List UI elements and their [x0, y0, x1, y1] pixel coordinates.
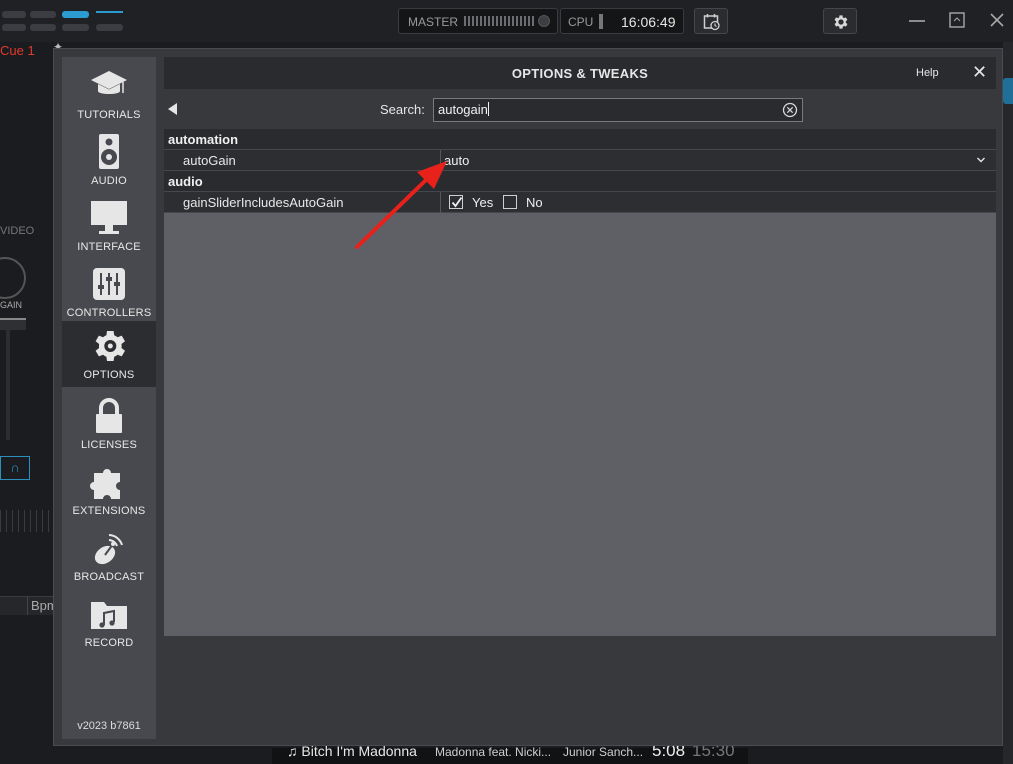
options-dialog: TUTORIALS AUDIO INTERFACE CONTROLLERS OP… [53, 48, 1003, 746]
back-arrow-icon[interactable] [168, 103, 177, 115]
option-name: autoGain [183, 153, 236, 168]
option-name: gainSliderIncludesAutoGain [183, 195, 344, 210]
no-label[interactable]: No [526, 195, 543, 210]
sidebar-item-label: INTERFACE [77, 241, 141, 253]
cpu-clock-box: CPU 16:06:49 [560, 8, 684, 34]
sidebar-item-extensions[interactable]: EXTENSIONS [62, 457, 156, 523]
mixer-sliders-icon [93, 268, 125, 300]
close-window-icon[interactable] [986, 9, 1008, 31]
top-bar: MASTER CPU 16:06:49 [0, 0, 1013, 42]
sidebar-item-licenses[interactable]: LICENSES [62, 391, 156, 457]
yes-checkbox[interactable] [449, 195, 463, 209]
sidebar-item-label: EXTENSIONS [72, 505, 146, 517]
search-value: autogain [438, 102, 488, 117]
music-folder-icon [91, 602, 127, 629]
schedule-button[interactable] [694, 8, 728, 34]
sidebar-item-label: RECORD [84, 637, 134, 649]
cue-label[interactable]: Cue 1 [0, 43, 35, 58]
layout-button-5[interactable] [2, 24, 26, 31]
master-label: MASTER [408, 15, 459, 29]
sidebar-item-label: BROADCAST [73, 571, 145, 583]
cpu-label: CPU [568, 15, 594, 29]
sidebar-item-broadcast[interactable]: BROADCAST [62, 523, 156, 589]
category-row: audio [164, 171, 996, 192]
speaker-icon [99, 134, 119, 169]
no-checkbox[interactable] [503, 195, 517, 209]
layout-button-7[interactable] [62, 24, 89, 31]
autogain-dropdown[interactable]: auto [444, 153, 469, 168]
video-tab[interactable]: VIDEO [0, 225, 34, 237]
master-volume-knob[interactable] [538, 15, 550, 27]
volume-fader[interactable] [6, 330, 10, 440]
gear-icon [95, 331, 125, 361]
clock: 16:06:49 [621, 14, 676, 30]
category-row: automation [164, 129, 996, 150]
now-playing-remix: Junior Sanch... [563, 745, 644, 759]
sidebar-item-label: CONTROLLERS [66, 307, 152, 319]
help-link[interactable]: Help [916, 67, 939, 79]
lock-icon [96, 398, 122, 433]
now-playing-artist: Madonna feat. Nicki... [435, 745, 552, 759]
sidebar-item-label: LICENSES [80, 439, 137, 451]
right-deck-edge [1003, 42, 1013, 764]
search-label: Search: [380, 102, 425, 117]
settings-button[interactable] [823, 8, 857, 34]
options-results: automation autoGain auto audio gainSlide… [164, 129, 996, 636]
layout-button-4[interactable] [96, 11, 123, 15]
sidebar-item-controllers[interactable]: CONTROLLERS [62, 259, 156, 325]
sidebar-item-record[interactable]: RECORD [62, 589, 156, 655]
layout-button-3[interactable] [62, 11, 89, 18]
layout-button-1[interactable] [2, 11, 26, 18]
clear-search-icon[interactable] [782, 102, 798, 118]
layout-button-2[interactable] [30, 11, 56, 18]
monitor-icon [91, 201, 127, 234]
maximize-icon[interactable] [946, 9, 968, 31]
sidebar-item-audio[interactable]: AUDIO [62, 127, 156, 193]
minimize-icon[interactable] [906, 9, 928, 31]
deck-indicator [1003, 78, 1013, 104]
options-sidebar: TUTORIALS AUDIO INTERFACE CONTROLLERS OP… [62, 57, 156, 739]
category-label: automation [168, 132, 239, 147]
category-label: audio [168, 174, 203, 189]
option-row-gainslider[interactable]: gainSliderIncludesAutoGain Yes No [164, 192, 996, 213]
sidebar-item-interface[interactable]: INTERFACE [62, 193, 156, 259]
master-vu-meter [464, 16, 534, 26]
sidebar-item-label: OPTIONS [83, 369, 135, 381]
yes-label[interactable]: Yes [472, 195, 493, 210]
gain-label: GAIN [0, 300, 23, 310]
calendar-clock-icon [703, 14, 720, 31]
browser-column-header: Bpm [0, 596, 58, 615]
cpu-meter [599, 14, 603, 29]
close-icon[interactable]: ✕ [972, 62, 987, 83]
layout-button-8[interactable] [96, 24, 123, 31]
sidebar-item-label: TUTORIALS [77, 109, 141, 121]
gain-knob[interactable] [0, 257, 26, 299]
headphones-icon[interactable]: ∩ [0, 456, 30, 480]
satellite-dish-icon [94, 534, 123, 565]
sidebar-item-tutorials[interactable]: TUTORIALS [62, 61, 156, 127]
master-meter: MASTER [398, 8, 558, 34]
option-row-autogain[interactable]: autoGain auto [164, 150, 996, 171]
dialog-header: OPTIONS & TWEAKS Help ✕ [164, 57, 996, 89]
fader-cap[interactable] [0, 318, 26, 330]
version-label: v2023 b7861 [77, 720, 141, 732]
layout-button-6[interactable] [30, 24, 56, 31]
search-input[interactable]: autogain [433, 98, 803, 122]
chevron-down-icon[interactable] [976, 155, 986, 165]
graduation-cap-icon [91, 71, 127, 94]
dialog-title: OPTIONS & TWEAKS [511, 66, 649, 81]
puzzle-icon [90, 469, 120, 499]
checkmark-icon [451, 196, 463, 208]
gear-icon [834, 15, 848, 29]
sidebar-item-options[interactable]: OPTIONS [62, 321, 156, 387]
sidebar-item-label: AUDIO [91, 175, 127, 187]
pitch-track [0, 510, 52, 532]
